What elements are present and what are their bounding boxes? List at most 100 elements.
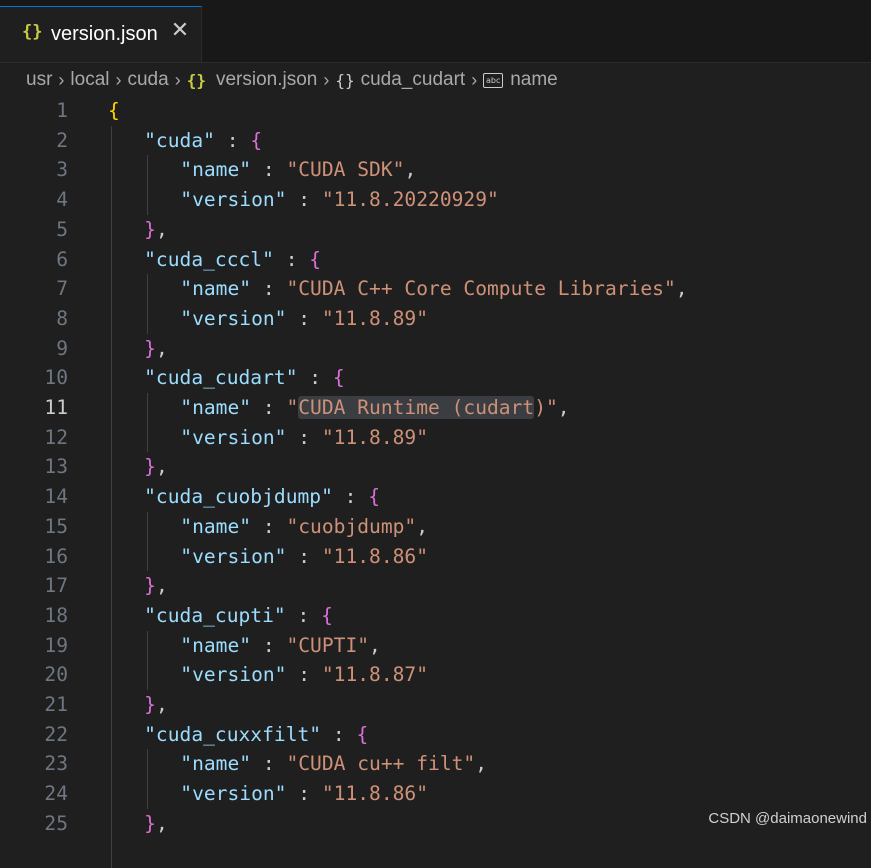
breadcrumb-file-label: version.json bbox=[215, 69, 318, 90]
code-text: "version" : "11.8.89" bbox=[180, 423, 428, 453]
code-line[interactable]: 1{ bbox=[0, 96, 871, 126]
code-token: { bbox=[368, 485, 381, 509]
line-number: 11 bbox=[44, 396, 68, 419]
code-text: "cuda_cuobjdump" : { bbox=[144, 482, 380, 512]
code-token: "name" bbox=[180, 752, 252, 776]
breadcrumb-item-file[interactable]: {} version.json bbox=[187, 69, 318, 91]
code-line[interactable]: 18 "cuda_cupti" : { bbox=[0, 601, 871, 631]
code-token: , bbox=[475, 752, 488, 776]
code-line[interactable]: 14 "cuda_cuobjdump" : { bbox=[0, 482, 871, 512]
code-line[interactable]: 7 "name" : "CUDA C++ Core Compute Librari… bbox=[0, 274, 871, 304]
code-token: : bbox=[251, 633, 287, 657]
code-line[interactable]: 20 "version" : "11.8.87" bbox=[0, 660, 871, 690]
code-token: "cuda_cuobjdump" bbox=[144, 485, 333, 509]
code-token: } bbox=[144, 811, 156, 835]
code-line[interactable]: 6 "cuda_cccl" : { bbox=[0, 245, 871, 275]
code-text: }, bbox=[144, 334, 168, 364]
chevron-right-icon: › bbox=[323, 69, 330, 90]
code-editor[interactable]: 1{2 "cuda" : {3 "name" : "CUDA SDK", 4 "vers… bbox=[0, 96, 871, 868]
code-line[interactable]: 23 "name" : "CUDA cu++ filt", bbox=[0, 749, 871, 779]
indent-guide bbox=[147, 630, 149, 690]
code-text: "name" : "CUPTI", bbox=[180, 631, 381, 661]
code-text: }, bbox=[144, 690, 168, 720]
code-line[interactable]: 5}, bbox=[0, 215, 871, 245]
line-number: 1 bbox=[56, 99, 68, 122]
code-token: } bbox=[144, 574, 156, 598]
code-text: "version" : "11.8.89" bbox=[180, 304, 428, 334]
line-number: 21 bbox=[44, 693, 68, 716]
code-token: "11.8.86" bbox=[321, 544, 429, 568]
line-number: 2 bbox=[56, 128, 68, 152]
code-token: "cuda_cupti" bbox=[144, 603, 286, 627]
code-token: "11.8.86" bbox=[321, 782, 429, 806]
line-number: 14 bbox=[44, 485, 68, 509]
code-line[interactable]: 13}, bbox=[0, 452, 871, 482]
code-line[interactable]: 8 "version" : "11.8.89" bbox=[0, 304, 871, 334]
code-token: "name" bbox=[180, 158, 252, 182]
code-token: "CUDA C++ Core Compute Libraries" bbox=[286, 277, 676, 301]
line-number: 16 bbox=[44, 544, 68, 568]
line-number: 5 bbox=[56, 217, 68, 241]
breadcrumb-item-usr[interactable]: usr bbox=[26, 69, 52, 91]
code-token: "name" bbox=[180, 633, 252, 657]
breadcrumb-item-object[interactable]: {} cuda_cudart bbox=[335, 69, 465, 91]
code-text: "name" : "CUDA cu++ filt", bbox=[180, 749, 487, 779]
breadcrumb-item-cuda[interactable]: cuda bbox=[127, 69, 168, 91]
code-line[interactable]: 3 "name" : "CUDA SDK", bbox=[0, 155, 871, 185]
code-token: : bbox=[251, 158, 287, 182]
code-line[interactable]: 16 "version" : "11.8.86" bbox=[0, 542, 871, 572]
code-token: "version" bbox=[180, 425, 287, 449]
code-line[interactable]: 24 "version" : "11.8.86" bbox=[0, 779, 871, 809]
code-line[interactable]: 15 "name" : "cuobjdump", bbox=[0, 512, 871, 542]
code-token: , bbox=[404, 158, 417, 182]
code-line[interactable]: 12 "version" : "11.8.89" bbox=[0, 423, 871, 453]
code-text: }, bbox=[144, 452, 168, 482]
code-token: "11.8.87" bbox=[321, 663, 429, 687]
json-file-icon: {} bbox=[22, 22, 43, 42]
code-line[interactable]: 10 "cuda_cudart" : { bbox=[0, 363, 871, 393]
code-text: "name" : "CUDA C++ Core Compute Librarie… bbox=[180, 274, 687, 304]
code-token: : bbox=[297, 366, 333, 390]
code-token: : bbox=[273, 247, 310, 271]
code-token: " bbox=[286, 396, 299, 419]
breadcrumb-item-property[interactable]: abc name bbox=[483, 69, 558, 91]
code-token: : bbox=[332, 485, 369, 509]
code-line[interactable]: 21}, bbox=[0, 690, 871, 720]
code-token: "11.8.89" bbox=[321, 425, 429, 449]
code-line[interactable]: 17}, bbox=[0, 571, 871, 601]
code-line[interactable]: 22 "cuda_cuxxfilt" : { bbox=[0, 720, 871, 750]
code-text: "name" : "CUDA Runtime (cudart)", bbox=[180, 393, 570, 423]
code-line[interactable]: 11 "name" : "CUDA Runtime (cudart)", bbox=[0, 393, 871, 423]
line-number: 3 bbox=[56, 158, 68, 182]
code-line[interactable]: 9}, bbox=[0, 334, 871, 364]
code-text: "cuda_cupti" : { bbox=[144, 601, 333, 631]
code-token: { bbox=[250, 128, 263, 152]
code-token: : bbox=[251, 514, 287, 538]
code-token: , bbox=[675, 277, 688, 301]
indent-guide bbox=[111, 125, 112, 868]
code-line[interactable]: 4 "version" : "11.8.20220929" bbox=[0, 185, 871, 215]
line-number: 4 bbox=[56, 188, 68, 212]
code-token: "cuda" bbox=[144, 128, 215, 152]
string-property-icon: abc bbox=[483, 72, 504, 88]
indent-guide bbox=[147, 155, 149, 215]
line-number: 18 bbox=[44, 603, 68, 627]
line-number: 12 bbox=[44, 425, 68, 449]
code-token: "version" bbox=[180, 782, 287, 806]
tab-label: version.json bbox=[51, 23, 158, 45]
chevron-right-icon: › bbox=[471, 69, 478, 90]
breadcrumb-item-local[interactable]: local bbox=[70, 69, 109, 91]
tab-version-json[interactable]: {} version.json ✕ bbox=[0, 6, 202, 62]
code-text: "name" : "CUDA SDK", bbox=[180, 155, 416, 185]
object-icon: {} bbox=[335, 70, 355, 90]
line-number: 20 bbox=[44, 663, 68, 687]
code-token: "version" bbox=[180, 544, 287, 568]
code-token: : bbox=[286, 425, 322, 449]
code-text: "version" : "11.8.87" bbox=[180, 660, 428, 690]
code-line[interactable]: 2 "cuda" : { bbox=[0, 126, 871, 156]
code-line[interactable]: 19 "name" : "CUPTI", bbox=[0, 631, 871, 661]
code-token: } bbox=[144, 336, 156, 360]
watermark: CSDN @daimaonewind bbox=[708, 810, 867, 827]
close-icon[interactable]: ✕ bbox=[168, 18, 192, 42]
code-token: "11.8.89" bbox=[321, 306, 429, 330]
